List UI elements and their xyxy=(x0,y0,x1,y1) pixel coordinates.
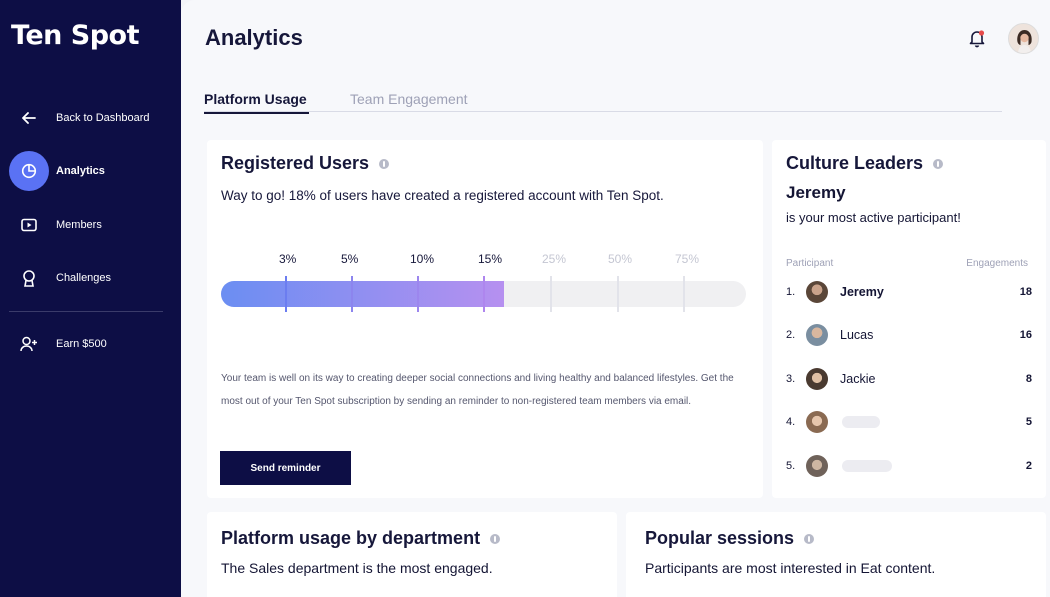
leader-name-placeholder xyxy=(842,460,892,472)
milestone-tick xyxy=(351,276,353,312)
leader-row[interactable]: 3. Jackie 8 xyxy=(786,367,1032,391)
leader-row[interactable]: 5. 2 xyxy=(786,454,1032,478)
milestone-label: 15% xyxy=(478,252,503,266)
card-title: Popular sessions xyxy=(645,528,815,549)
sidebar-divider xyxy=(9,311,163,312)
pie-chart-icon xyxy=(9,151,49,191)
department-usage-title: Platform usage by department xyxy=(221,528,481,548)
leader-name: Jackie xyxy=(840,372,876,386)
milestone-label: 3% xyxy=(279,252,297,266)
registration-progress-fill xyxy=(221,281,505,307)
card-title: Culture Leaders xyxy=(786,153,944,174)
column-header-engagements: Engagements xyxy=(966,258,1028,269)
sidebar-item-label: Earn $500 xyxy=(56,338,107,350)
leader-avatar xyxy=(806,455,828,477)
info-icon[interactable] xyxy=(804,533,815,544)
milestone-label: 25% xyxy=(542,252,567,266)
sidebar-item-label: Back to Dashboard xyxy=(56,112,150,124)
popular-sessions-card: Popular sessions Participants are most i… xyxy=(626,512,1046,597)
milestone-label: 75% xyxy=(675,252,700,266)
leader-engagements: 5 xyxy=(1025,416,1032,428)
tab-bar: Platform Usage Team Engagement xyxy=(204,88,1002,114)
department-usage-subtitle: The Sales department is the most engaged… xyxy=(221,560,493,576)
milestone-tick xyxy=(417,276,419,312)
milestone-tick xyxy=(285,276,287,312)
sidebar-item-earn[interactable]: Earn $500 xyxy=(0,324,181,364)
card-title: Registered Users xyxy=(221,153,390,174)
send-reminder-button[interactable]: Send reminder xyxy=(220,451,351,485)
leader-rank: 5. xyxy=(786,460,796,472)
leader-engagements: 18 xyxy=(1019,286,1032,298)
leader-row[interactable]: 2. Lucas 16 xyxy=(786,323,1032,347)
milestone-label: 10% xyxy=(410,252,435,266)
leader-engagements: 16 xyxy=(1019,329,1032,341)
info-icon[interactable] xyxy=(379,158,390,169)
sidebar: Ten Spot Back to Dashboard Analytics Mem… xyxy=(0,0,181,597)
info-icon[interactable] xyxy=(490,533,501,544)
leader-avatar xyxy=(806,324,828,346)
milestone-label: 5% xyxy=(341,252,359,266)
registered-users-card: Registered Users Way to go! 18% of users… xyxy=(207,140,763,498)
sidebar-item-members[interactable]: Members xyxy=(0,205,181,245)
leader-engagements: 8 xyxy=(1025,373,1032,385)
user-plus-icon xyxy=(20,335,38,353)
sidebar-item-label: Members xyxy=(56,219,102,231)
card-title: Platform usage by department xyxy=(221,528,501,549)
registered-users-title: Registered Users xyxy=(221,153,370,173)
sidebar-item-challenges[interactable]: Challenges xyxy=(0,258,181,298)
play-square-icon xyxy=(20,216,38,234)
leader-avatar xyxy=(806,368,828,390)
leader-name: Jeremy xyxy=(840,285,884,299)
popular-sessions-subtitle: Participants are most interested in Eat … xyxy=(645,560,936,576)
leader-name: Lucas xyxy=(840,328,874,342)
leader-rank: 3. xyxy=(786,373,796,385)
bell-icon[interactable] xyxy=(967,28,987,48)
leader-rank: 2. xyxy=(786,329,796,341)
registered-users-subtitle: Way to go! 18% of users have created a r… xyxy=(221,188,664,203)
top-participant-name: Jeremy xyxy=(786,183,846,202)
leader-rank: 1. xyxy=(786,286,796,298)
sidebar-item-label: Analytics xyxy=(56,165,105,177)
leader-row[interactable]: 4. 5 xyxy=(786,410,1032,434)
milestone-tick xyxy=(483,276,485,312)
department-usage-card: Platform usage by department The Sales d… xyxy=(207,512,617,597)
page-title: Analytics xyxy=(205,25,303,50)
leader-avatar xyxy=(806,281,828,303)
sidebar-item-analytics[interactable]: Analytics xyxy=(0,151,181,191)
leader-rank: 4. xyxy=(786,416,796,428)
user-avatar[interactable] xyxy=(1008,23,1039,54)
tab-team-engagement[interactable]: Team Engagement xyxy=(350,91,468,107)
award-icon xyxy=(20,269,38,287)
sidebar-item-back[interactable]: Back to Dashboard xyxy=(0,98,181,138)
leader-engagements: 2 xyxy=(1025,460,1032,472)
leader-avatar xyxy=(806,411,828,433)
milestone-tick xyxy=(550,276,552,312)
arrow-left-icon xyxy=(20,109,38,127)
culture-leaders-title: Culture Leaders xyxy=(786,153,924,173)
info-icon[interactable] xyxy=(933,158,944,169)
milestone-label: 50% xyxy=(608,252,633,266)
leader-name-placeholder xyxy=(842,416,880,428)
registered-users-description: Your team is well on its way to creating… xyxy=(221,373,734,407)
popular-sessions-title: Popular sessions xyxy=(645,528,795,548)
leader-row[interactable]: 1. Jeremy 18 xyxy=(786,280,1032,304)
app-logo[interactable]: Ten Spot xyxy=(11,20,140,51)
top-participant-subtitle: is your most active participant! xyxy=(786,210,961,225)
sidebar-item-label: Challenges xyxy=(56,272,112,284)
milestone-tick xyxy=(683,276,685,312)
milestone-tick xyxy=(617,276,619,312)
tab-platform-usage[interactable]: Platform Usage xyxy=(204,91,309,114)
column-header-participant: Participant xyxy=(786,258,834,269)
culture-leaders-card: Culture Leaders Jeremy is your most acti… xyxy=(772,140,1046,498)
